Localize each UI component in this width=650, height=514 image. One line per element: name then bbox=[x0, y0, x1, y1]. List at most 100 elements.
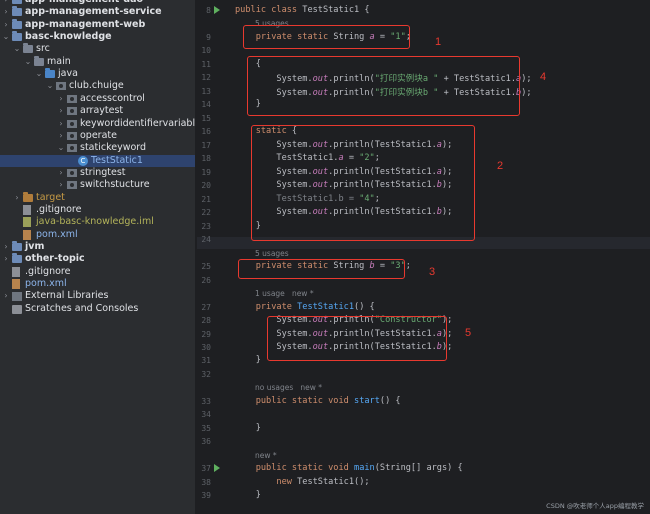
code-line[interactable]: public class TestStatic1 { bbox=[235, 5, 370, 15]
line-number: 20 bbox=[201, 181, 211, 191]
usage-hint[interactable]: new * bbox=[255, 451, 277, 460]
tree-item[interactable]: pom.xml bbox=[0, 229, 195, 241]
file-icon bbox=[23, 204, 31, 215]
tree-item[interactable]: C TestStatic1 bbox=[0, 154, 195, 167]
tree-item[interactable]: › target bbox=[0, 191, 195, 204]
tree-item[interactable]: › switchstucture bbox=[0, 179, 195, 191]
tree-item-label: TestStatic1 bbox=[91, 154, 143, 166]
annotation-box-2 bbox=[251, 125, 475, 241]
code-line[interactable]: } bbox=[235, 423, 261, 433]
chevron-down-icon[interactable]: ⌄ bbox=[24, 56, 32, 68]
code-editor[interactable]: 8 9 10 11 12 13 14 15 16 17 18 19 20 21 22 23 24 25 26 27 28… bbox=[197, 0, 650, 514]
package-icon bbox=[56, 82, 66, 91]
tree-item-label: main bbox=[47, 55, 71, 67]
tree-item[interactable]: ⌄ src bbox=[0, 43, 195, 55]
chevron-right-icon[interactable]: › bbox=[13, 192, 21, 204]
line-number: 15 bbox=[201, 113, 211, 123]
maven-file-icon bbox=[23, 229, 31, 240]
chevron-right-icon[interactable]: › bbox=[2, 253, 10, 265]
code-line[interactable]: public static void start() { bbox=[235, 396, 401, 406]
tree-item[interactable]: › arraytest bbox=[0, 105, 195, 117]
tree-item[interactable]: › External Libraries bbox=[0, 290, 195, 302]
tree-item[interactable]: › app-management-service bbox=[0, 6, 195, 18]
package-icon bbox=[67, 119, 77, 128]
annotation-box-1 bbox=[243, 25, 410, 49]
chevron-down-icon[interactable]: ⌄ bbox=[46, 80, 54, 92]
package-icon bbox=[67, 131, 77, 140]
chevron-right-icon[interactable]: › bbox=[2, 241, 10, 253]
tree-item[interactable]: › app-management-dao bbox=[0, 0, 195, 6]
line-number: 22 bbox=[201, 208, 211, 218]
chevron-right-icon[interactable]: › bbox=[57, 118, 65, 130]
line-number: 38 bbox=[201, 477, 211, 487]
tree-item[interactable]: ⌄ statickeyword bbox=[0, 142, 195, 154]
line-number: 9 bbox=[206, 32, 211, 42]
package-icon bbox=[67, 181, 77, 190]
package-icon bbox=[67, 144, 77, 153]
module-folder-icon bbox=[12, 253, 22, 264]
tree-item[interactable]: › jvm bbox=[0, 241, 195, 253]
chevron-right-icon[interactable]: › bbox=[57, 93, 65, 105]
annotation-box-3 bbox=[238, 259, 405, 279]
tree-item[interactable]: › other-topic bbox=[0, 253, 195, 265]
usage-hint[interactable]: 1 usage new * bbox=[255, 289, 314, 298]
code-line[interactable]: private TestStatic1() { bbox=[235, 302, 375, 312]
tree-item-label: other-topic bbox=[25, 253, 85, 265]
tree-item-label: External Libraries bbox=[25, 290, 109, 302]
tree-item-label: java-basc-knowledge.iml bbox=[36, 216, 154, 228]
line-number: 25 bbox=[201, 262, 211, 272]
tree-item[interactable]: ⌄ club.chuige bbox=[0, 80, 195, 92]
code-line[interactable]: public static void main(String[] args) { bbox=[235, 463, 463, 473]
chevron-right-icon[interactable]: › bbox=[2, 19, 10, 31]
tree-item-label: .gitignore bbox=[25, 265, 71, 277]
chevron-right-icon[interactable]: › bbox=[57, 179, 65, 191]
chevron-right-icon[interactable]: › bbox=[57, 167, 65, 179]
tree-item[interactable]: Scratches and Consoles bbox=[0, 303, 195, 315]
project-tree[interactable]: › app-management-dao › app-management-servi… bbox=[0, 0, 196, 514]
line-number: 28 bbox=[201, 316, 211, 326]
tree-item[interactable]: ⌄ main bbox=[0, 55, 195, 68]
package-icon bbox=[67, 107, 77, 116]
tree-item[interactable]: .gitignore bbox=[0, 265, 195, 278]
line-number: 11 bbox=[201, 59, 211, 69]
chevron-right-icon[interactable]: › bbox=[2, 6, 10, 18]
scratch-icon bbox=[12, 304, 22, 314]
tree-item[interactable]: › operate bbox=[0, 130, 195, 142]
line-number: 34 bbox=[201, 410, 211, 420]
annotation-box-4 bbox=[247, 56, 520, 116]
java-class-icon: C bbox=[78, 155, 88, 166]
line-number: 32 bbox=[201, 369, 211, 379]
tree-item-label: app-management-web bbox=[25, 18, 146, 30]
tree-item[interactable]: › stringtest bbox=[0, 167, 195, 179]
code-line[interactable]: } bbox=[235, 355, 261, 365]
chevron-right-icon[interactable]: › bbox=[57, 105, 65, 117]
tree-item[interactable]: › app-management-web bbox=[0, 18, 195, 31]
run-gutter-icon[interactable] bbox=[214, 6, 220, 14]
chevron-right-icon[interactable]: › bbox=[2, 0, 10, 6]
usage-hint[interactable]: 5 usages bbox=[255, 249, 289, 258]
chevron-right-icon[interactable]: › bbox=[57, 130, 65, 142]
tree-item[interactable]: › keywordidentifiervariable bbox=[0, 118, 195, 130]
usage-hint[interactable]: no usages new * bbox=[255, 383, 322, 392]
chevron-down-icon[interactable]: ⌄ bbox=[35, 68, 43, 80]
run-gutter-icon[interactable] bbox=[214, 464, 220, 473]
tree-item[interactable]: .gitignore bbox=[0, 204, 195, 216]
tree-item[interactable]: › accesscontrol bbox=[0, 93, 195, 105]
line-number: 36 bbox=[201, 437, 211, 447]
code-line[interactable]: } bbox=[235, 490, 261, 500]
tree-item[interactable]: ⌄ basc-knowledge bbox=[0, 31, 195, 43]
line-number: 30 bbox=[201, 343, 211, 352]
chevron-down-icon[interactable]: ⌄ bbox=[13, 43, 21, 55]
tree-item[interactable]: ⌄ java bbox=[0, 68, 195, 80]
tree-item[interactable]: pom.xml bbox=[0, 278, 195, 290]
code-line[interactable]: new TestStatic1(); bbox=[235, 477, 369, 487]
line-number: 31 bbox=[201, 356, 211, 366]
line-number: 29 bbox=[201, 329, 211, 339]
chevron-down-icon[interactable]: ⌄ bbox=[57, 142, 65, 154]
chevron-down-icon[interactable]: ⌄ bbox=[2, 31, 10, 43]
chevron-right-icon[interactable]: › bbox=[2, 290, 10, 302]
tree-item[interactable]: java-basc-knowledge.iml bbox=[0, 216, 195, 228]
annotation-number-2: 2 bbox=[497, 160, 504, 172]
line-number: 13 bbox=[201, 86, 211, 96]
line-number: 10 bbox=[201, 46, 211, 56]
